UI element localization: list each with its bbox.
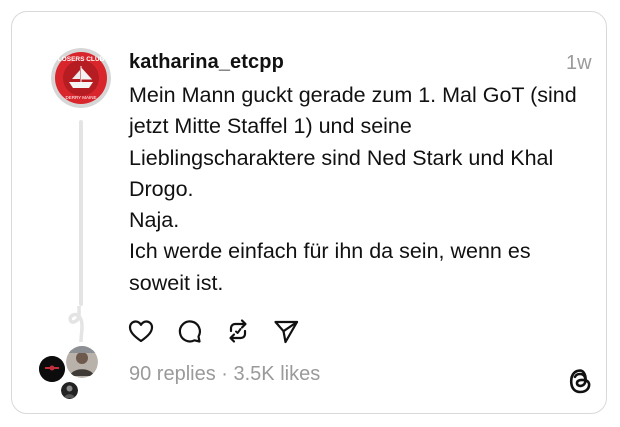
thread-line (79, 120, 83, 306)
post-line: Mein Mann guckt gerade zum 1. Mal GoT (s… (129, 83, 577, 107)
post-line: soweit ist. (129, 270, 224, 295)
heart-icon (128, 320, 154, 343)
post-text: Mein Mann guckt gerade zum 1. Mal GoT (s… (129, 80, 604, 299)
stats-separator: · (215, 363, 234, 385)
thread-curl-icon (68, 306, 84, 342)
replier-avatar-image (66, 346, 98, 378)
share-icon (274, 320, 299, 344)
repost-icon (229, 319, 247, 343)
replies-count[interactable]: 90 replies (129, 363, 216, 385)
post-line: Ich werde einfach für ihn da sein, wenn … (129, 239, 531, 264)
replier-avatar-image (61, 382, 78, 399)
svg-text:DERRY MAINE: DERRY MAINE (65, 95, 96, 100)
like-button[interactable] (126, 316, 156, 346)
post-line: Naja. (129, 208, 180, 233)
share-button[interactable] (271, 316, 301, 346)
threads-logo-icon[interactable] (565, 366, 595, 396)
post-line: Lieblingscharaktere sind Ned Stark und K… (129, 145, 554, 170)
repost-button[interactable] (223, 316, 253, 346)
comment-icon (178, 320, 201, 343)
post-timestamp[interactable]: 1w (566, 52, 592, 75)
replier-avatar[interactable] (61, 382, 78, 399)
reply-button[interactable] (174, 316, 204, 346)
post-line: jetzt Mitte Staffel 1) und seine (129, 114, 412, 139)
post-stats: 90 replies · 3.5K likes (129, 363, 320, 386)
likes-count[interactable]: 3.5K likes (234, 363, 321, 385)
post-card: LOSERS CLUB DERRY MAINE katharina_etcpp … (11, 11, 607, 414)
author-username[interactable]: katharina_etcpp (129, 51, 284, 74)
replier-avatar-image (39, 356, 65, 382)
post-line: Drogo. (129, 176, 194, 201)
replier-avatar[interactable] (66, 346, 98, 378)
losers-club-badge: LOSERS CLUB DERRY MAINE (51, 48, 111, 108)
replier-avatar[interactable] (39, 356, 65, 382)
svg-text:LOSERS CLUB: LOSERS CLUB (58, 56, 105, 63)
author-avatar[interactable]: LOSERS CLUB DERRY MAINE (51, 48, 111, 108)
